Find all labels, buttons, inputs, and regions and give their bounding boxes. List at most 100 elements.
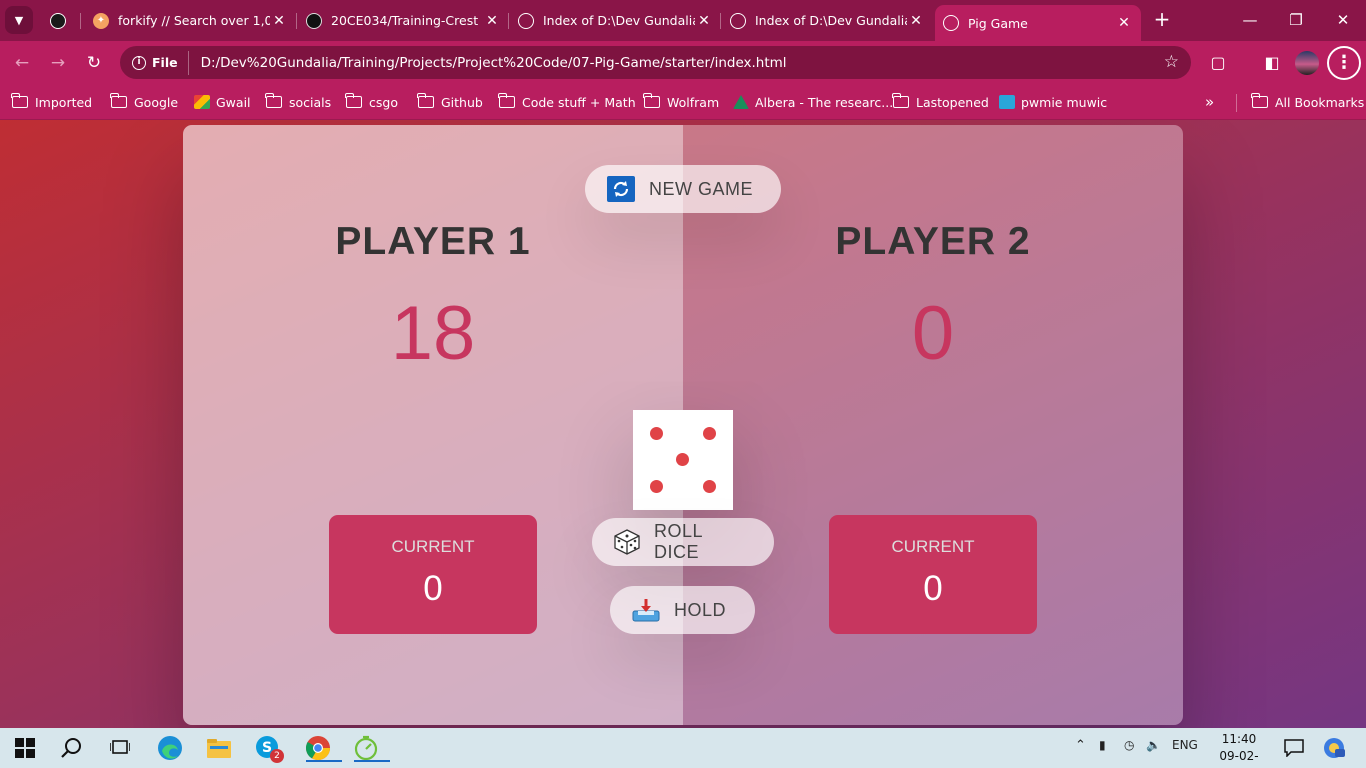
- bookmark-google[interactable]: Google: [110, 92, 178, 112]
- close-icon[interactable]: ✕: [907, 13, 925, 29]
- player-1-panel: PLAYER 1 18 CURRENT 0: [183, 125, 683, 725]
- chevron-up-icon[interactable]: ⌃: [1075, 738, 1086, 753]
- close-icon[interactable]: ✕: [483, 13, 501, 29]
- new-tab-button[interactable]: +: [1150, 8, 1174, 32]
- clock-app[interactable]: [352, 734, 390, 762]
- file-explorer-app[interactable]: [205, 734, 233, 762]
- bookmark-albera[interactable]: Albera - The researc...: [733, 92, 893, 112]
- bookmark-lastopened[interactable]: Lastopened: [892, 92, 989, 112]
- edge-app[interactable]: [156, 734, 184, 762]
- extensions-button[interactable]: ▢: [1205, 50, 1231, 76]
- player-1-name: PLAYER 1: [335, 220, 531, 263]
- folder-icon: [207, 739, 231, 758]
- search-icon: [61, 738, 81, 758]
- taskbar: S 2 ⌃ ▮ ◷ 🔈 ENG 11:40 09-02-2024: [0, 728, 1366, 768]
- back-button[interactable]: ←: [9, 50, 35, 76]
- player-1-current-label: CURRENT: [391, 537, 475, 556]
- side-panel-icon: ◧: [1264, 53, 1280, 72]
- folder-icon: [892, 93, 909, 108]
- folder-icon: [1251, 93, 1268, 108]
- plus-icon: +: [1153, 7, 1171, 31]
- copilot-button[interactable]: [1320, 734, 1348, 762]
- language-indicator[interactable]: ENG: [1172, 738, 1198, 752]
- wifi-icon[interactable]: ◷: [1124, 738, 1134, 752]
- gmail-icon: [194, 95, 210, 109]
- browser-menu-button[interactable]: ⋮: [1327, 46, 1361, 80]
- notification-badge: 2: [270, 749, 284, 763]
- bookmark-pwmie-muwic[interactable]: pwmie muwic: [999, 92, 1107, 112]
- bookmark-label: csgo: [369, 94, 398, 110]
- arrow-right-icon: →: [50, 53, 66, 73]
- tab-index-2[interactable]: Index of D:\Dev Gundalia\ ✕: [730, 6, 925, 35]
- system-clock[interactable]: 11:40 09-02-2024: [1207, 731, 1271, 768]
- minimize-button[interactable]: —: [1238, 8, 1262, 32]
- forward-button[interactable]: →: [45, 50, 71, 76]
- windows-icon: [15, 738, 35, 758]
- folder-icon: [110, 93, 127, 108]
- tab-title: Pig Game: [968, 15, 1028, 31]
- site-info-label: File: [152, 55, 178, 70]
- tab-github[interactable]: 20CE034/Training-Crest ✕: [306, 6, 501, 35]
- dice-pip: [703, 427, 716, 440]
- bookmark-socials[interactable]: socials: [265, 92, 331, 112]
- player-2-score: 0: [911, 291, 955, 376]
- task-view-button[interactable]: [106, 734, 134, 762]
- chrome-icon: [305, 736, 330, 761]
- bookmark-all-bookmarks[interactable]: All Bookmarks: [1251, 92, 1364, 112]
- bookmarks-overflow-button[interactable]: »: [1205, 92, 1214, 112]
- bookmark-star-icon[interactable]: ☆: [1164, 52, 1179, 72]
- restore-icon: ❐: [1289, 11, 1303, 29]
- notifications-button[interactable]: [1280, 734, 1308, 762]
- copilot-icon: [1324, 738, 1345, 758]
- speaker-mute-icon[interactable]: 🔈: [1146, 738, 1161, 752]
- tab-search-button[interactable]: ▼: [5, 6, 33, 34]
- side-panel-button[interactable]: ◧: [1259, 50, 1285, 76]
- bookmark-code-stuff[interactable]: Code stuff + Math: [498, 92, 636, 112]
- dice-pip: [650, 480, 663, 493]
- globe-icon: [730, 12, 746, 29]
- roll-dice-label: ROLL DICE: [654, 521, 703, 562]
- tab-pig-game[interactable]: Pig Game ✕: [935, 5, 1141, 41]
- close-icon: ✕: [1336, 11, 1350, 29]
- bookmark-csgo[interactable]: csgo: [345, 92, 398, 112]
- profile-avatar[interactable]: [1295, 51, 1319, 75]
- new-game-button[interactable]: NEW GAME: [585, 165, 781, 213]
- close-window-button[interactable]: ✕: [1331, 8, 1355, 32]
- globe-icon: [518, 12, 534, 29]
- search-button[interactable]: [58, 734, 86, 762]
- reload-button[interactable]: ↻: [81, 50, 107, 76]
- tab-separator: [80, 13, 81, 29]
- close-icon[interactable]: ✕: [1115, 15, 1133, 31]
- tab-title: Index of D:\Dev Gundalia\: [543, 13, 695, 28]
- tab-separator: [508, 13, 509, 29]
- bookmark-label: pwmie muwic: [1021, 94, 1108, 110]
- restore-button[interactable]: ❐: [1284, 8, 1308, 32]
- folder-icon: [417, 93, 434, 108]
- roll-dice-button[interactable]: ROLL DICE: [592, 518, 774, 566]
- url-text[interactable]: D:/Dev%20Gundalia/Training/Projects/Proj…: [201, 55, 787, 71]
- dice: [633, 410, 733, 510]
- tab-chatgpt[interactable]: [50, 6, 74, 35]
- battery-icon[interactable]: ▮: [1099, 738, 1106, 752]
- bookmark-github[interactable]: Github: [417, 92, 483, 112]
- running-indicator: [306, 760, 342, 762]
- inbox-tray-icon: [632, 598, 660, 622]
- dice-icon: [614, 529, 640, 555]
- tab-index-1[interactable]: Index of D:\Dev Gundalia\ ✕: [518, 6, 713, 35]
- bookmark-imported[interactable]: Imported: [11, 92, 92, 112]
- site-info-chip[interactable]: i File: [128, 50, 189, 75]
- tab-title: forkify // Search over 1,000: [118, 13, 270, 28]
- tab-forkify[interactable]: ✦ forkify // Search over 1,000 ✕: [93, 6, 288, 35]
- hold-button[interactable]: HOLD: [610, 586, 755, 634]
- start-button[interactable]: [11, 734, 39, 762]
- bookmark-wolfram[interactable]: Wolfram: [643, 92, 720, 112]
- skype-app[interactable]: S 2: [254, 734, 284, 763]
- close-icon[interactable]: ✕: [695, 13, 713, 29]
- chrome-app[interactable]: [304, 734, 342, 762]
- bookmark-label: Wolfram: [667, 94, 720, 110]
- close-icon[interactable]: ✕: [270, 13, 288, 29]
- task-view-icon: [110, 740, 130, 754]
- folder-icon: [643, 93, 660, 108]
- bookmark-gwail[interactable]: Gwail: [194, 92, 251, 112]
- address-bar[interactable]: i File D:/Dev%20Gundalia/Training/Projec…: [120, 46, 1191, 79]
